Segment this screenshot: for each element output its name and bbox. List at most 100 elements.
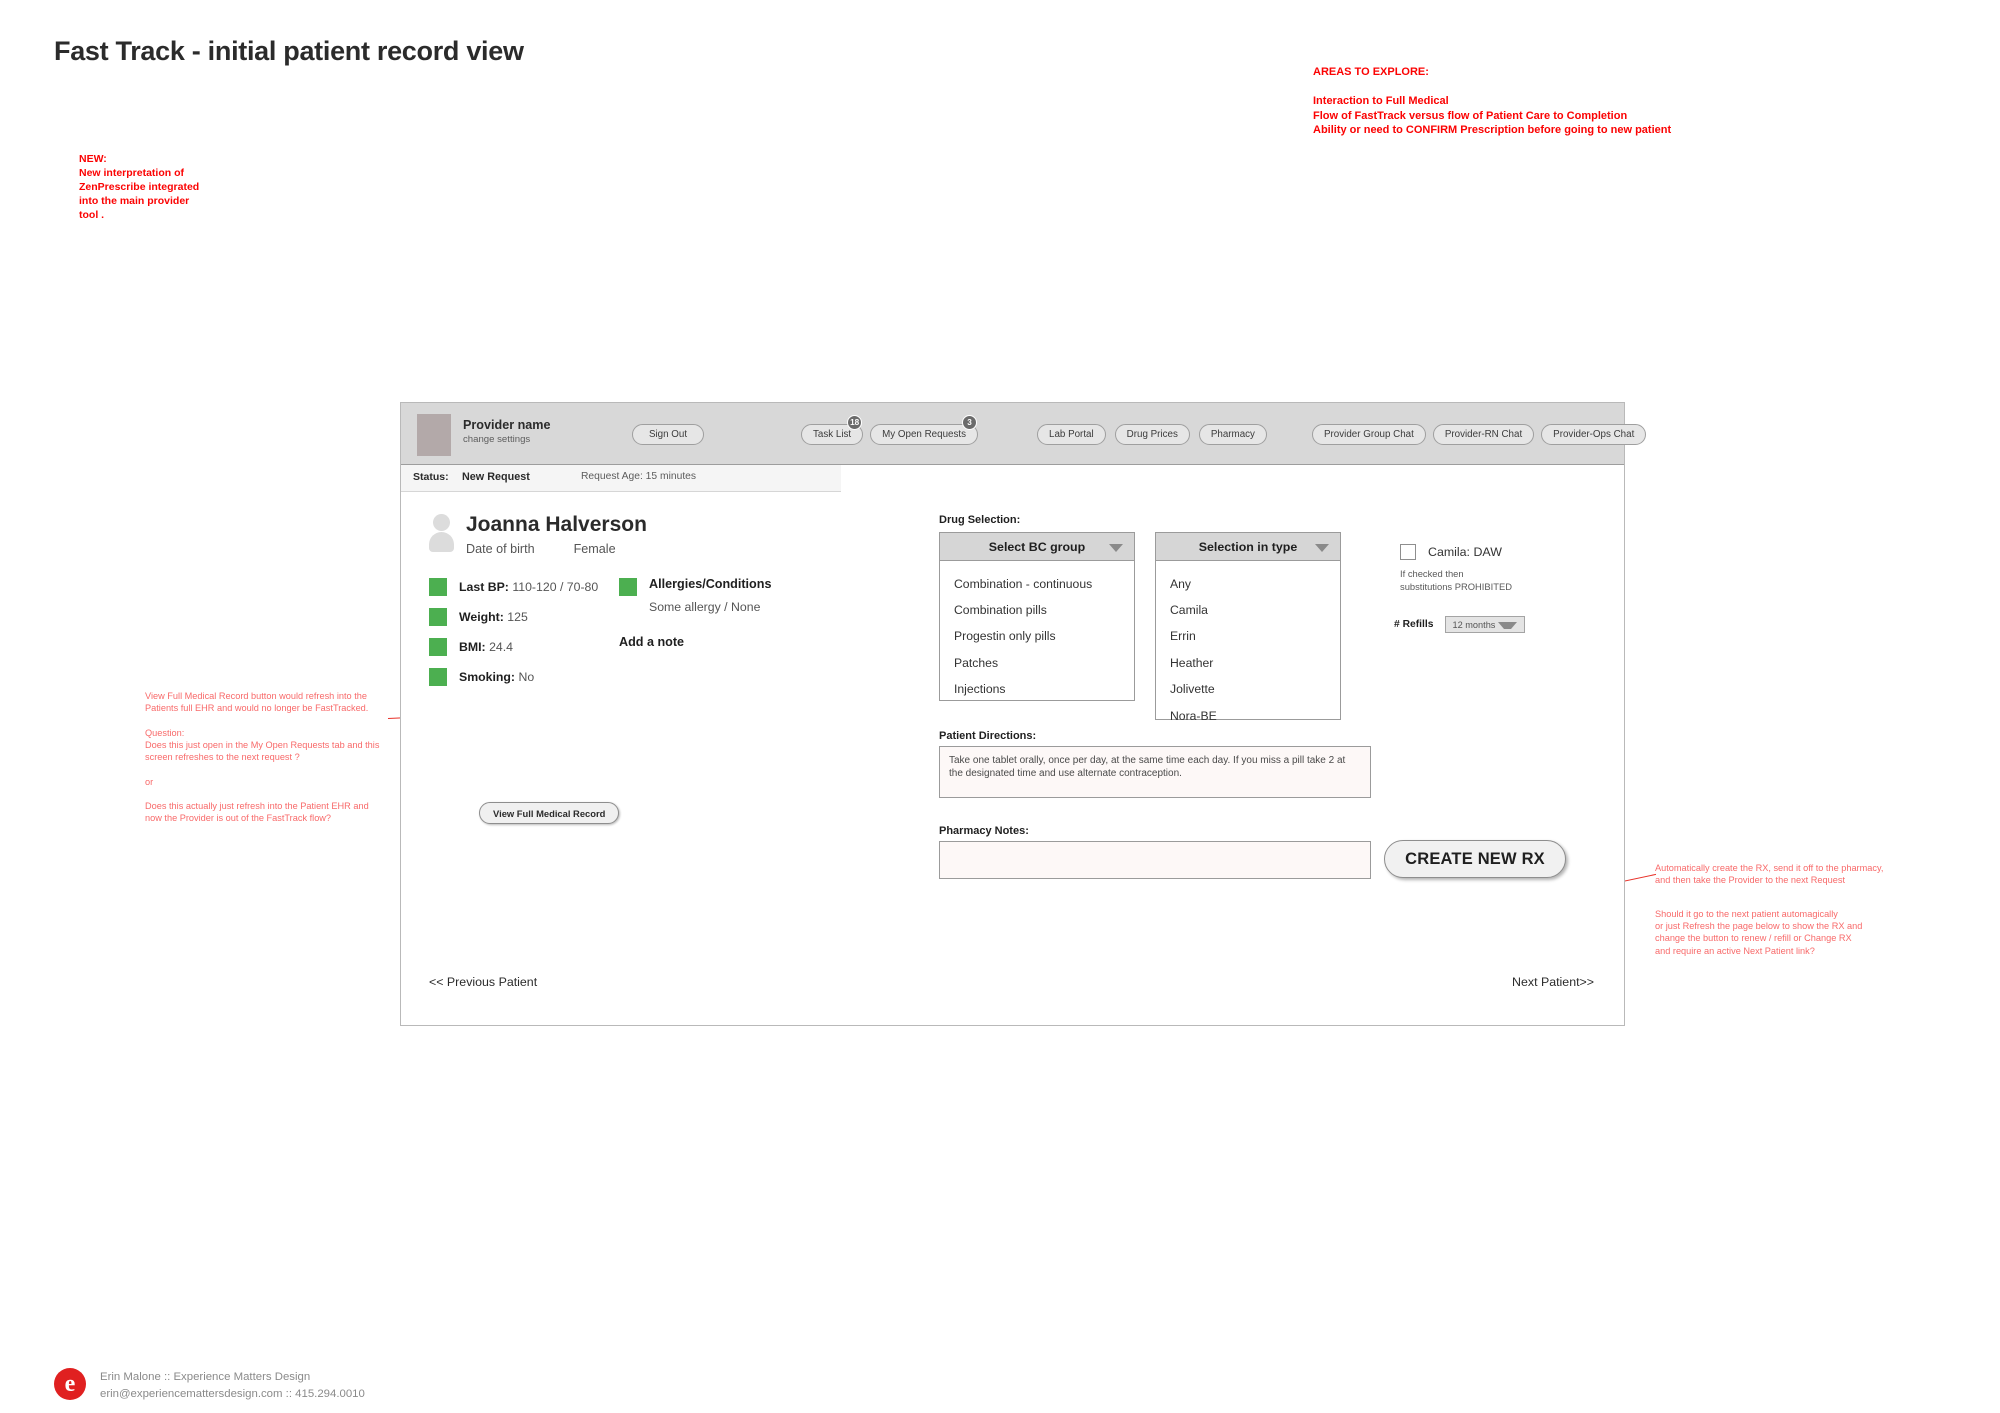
bc-group-option[interactable]: Injections <box>940 677 1134 703</box>
type-option[interactable]: Jolivette <box>1156 677 1340 703</box>
allergies-conditions-block: Allergies/Conditions Some allergy / None <box>619 577 772 614</box>
vital-row: Weight: 125 <box>429 608 598 626</box>
top-navigation-bar: Provider name change settings Sign Out T… <box>401 403 1647 465</box>
status-swatch-icon <box>429 668 447 686</box>
experience-matters-logo-icon: e <box>54 1368 86 1400</box>
task-list-wrapper: Task List 18 <box>801 415 864 445</box>
annotation-view-record-note: View Full Medical Record button would re… <box>145 691 380 824</box>
annotation-new-note: NEW: New interpretation of ZenPrescribe … <box>79 153 200 222</box>
provider-block[interactable]: Provider name change settings <box>417 414 551 456</box>
status-swatch-icon <box>619 578 637 596</box>
status-bar: Status: New Request Request Age: 15 minu… <box>401 465 841 492</box>
footer: e Erin Malone :: Experience Matters Desi… <box>54 1368 365 1403</box>
sign-out-button[interactable]: Sign Out <box>632 424 704 445</box>
annotation-create-rx-note-1: Automatically create the RX, send it off… <box>1655 863 1884 886</box>
previous-patient-link[interactable]: << Previous Patient <box>429 975 537 989</box>
annotation-create-rx-note-2: Should it go to the next patient automag… <box>1655 909 1863 956</box>
provider-rn-chat-button[interactable]: Provider-RN Chat <box>1432 424 1535 445</box>
vital-value: 125 <box>507 610 528 624</box>
refills-value: 12 months <box>1452 619 1496 630</box>
allergies-conditions-value: Some allergy / None <box>649 599 761 614</box>
create-new-rx-button[interactable]: CREATE NEW RX <box>1384 840 1566 878</box>
patient-header: Joanna Halverson Date of birth Female <box>429 514 647 556</box>
drug-selection-label: Drug Selection: <box>939 514 1021 526</box>
lab-portal-button[interactable]: Lab Portal <box>1037 424 1106 445</box>
vital-row: Smoking: No <box>429 668 598 686</box>
type-option-list: Any Camila Errin Heather Jolivette Nora-… <box>1156 561 1340 736</box>
vital-value: 24.4 <box>489 640 513 654</box>
status-swatch-icon <box>429 638 447 656</box>
add-a-note-link[interactable]: Add a note <box>619 635 684 649</box>
provider-group-chat-button[interactable]: Provider Group Chat <box>1312 424 1426 445</box>
patient-dob-label: Date of birth <box>466 542 535 556</box>
next-patient-link[interactable]: Next Patient>> <box>1512 975 1594 989</box>
vital-value: 110-120 / 70-80 <box>512 580 599 594</box>
request-age: Request Age: 15 minutes <box>581 471 697 482</box>
refills-row: # Refills 12 months <box>1394 616 1525 633</box>
type-select-label: Selection in type <box>1198 539 1298 554</box>
patient-sex: Female <box>573 542 616 556</box>
provider-avatar <box>417 414 451 456</box>
my-open-requests-button[interactable]: My Open Requests <box>870 424 978 445</box>
chevron-down-icon <box>1315 544 1329 552</box>
vital-label: BMI: <box>459 640 486 654</box>
bc-group-select-header[interactable]: Select BC group <box>940 533 1134 561</box>
patient-directions-label: Patient Directions: <box>939 730 1037 742</box>
person-icon <box>429 514 455 552</box>
vital-value: No <box>518 670 535 684</box>
vital-label: Smoking: <box>459 670 516 684</box>
type-select-header[interactable]: Selection in type <box>1156 533 1340 561</box>
bc-group-select[interactable]: Select BC group Combination - continuous… <box>939 532 1135 701</box>
footer-line-2: erin@experiencemattersdesign.com :: 415.… <box>100 1388 365 1401</box>
my-open-requests-badge: 3 <box>961 415 977 430</box>
vital-row: BMI: 24.4 <box>429 638 598 656</box>
chevron-down-icon <box>1109 544 1123 552</box>
daw-helper-text: If checked then substitutions PROHIBITED <box>1400 568 1513 592</box>
content-area: Joanna Halverson Date of birth Female La… <box>401 492 1624 1026</box>
type-option[interactable]: Nora-BE <box>1156 703 1340 729</box>
type-option[interactable]: Errin <box>1156 624 1340 650</box>
status-value: New Request <box>462 471 530 483</box>
daw-checkbox[interactable] <box>1400 544 1416 560</box>
patient-name: Joanna Halverson <box>466 513 647 536</box>
vital-label: Weight: <box>459 610 504 624</box>
vital-label: Last BP: <box>459 580 509 594</box>
type-option[interactable]: Camila <box>1156 597 1340 623</box>
footer-line-1: Erin Malone :: Experience Matters Design <box>100 1371 311 1383</box>
nav-group-requests: Task List 18 My Open Requests 3 <box>801 415 978 445</box>
view-full-medical-record-button[interactable]: View Full Medical Record <box>479 802 620 824</box>
change-settings-link[interactable]: change settings <box>463 434 551 445</box>
type-select[interactable]: Selection in type Any Camila Errin Heath… <box>1155 532 1341 722</box>
bc-group-option[interactable]: Progestin only pills <box>940 624 1134 650</box>
refills-label: # Refills <box>1394 619 1434 630</box>
chevron-down-icon <box>1497 622 1517 629</box>
bc-group-option-list: Combination - continuous Combination pil… <box>940 561 1134 709</box>
nav-group-tools: Lab Portal Drug Prices Pharmacy <box>1037 424 1267 445</box>
refills-select[interactable]: 12 months <box>1444 616 1525 633</box>
drug-prices-button[interactable]: Drug Prices <box>1114 424 1190 445</box>
provider-ops-chat-button[interactable]: Provider-Ops Chat <box>1541 424 1647 445</box>
allergies-conditions-title: Allergies/Conditions <box>649 577 772 591</box>
my-open-requests-wrapper: My Open Requests 3 <box>870 415 978 445</box>
status-swatch-icon <box>429 578 447 596</box>
bc-group-option[interactable]: Patches <box>940 650 1134 676</box>
pharmacy-button[interactable]: Pharmacy <box>1198 424 1267 445</box>
status-swatch-icon <box>429 608 447 626</box>
bc-group-option[interactable]: Combination - continuous <box>940 571 1134 597</box>
page-title: Fast Track - initial patient record view <box>54 36 524 66</box>
type-option[interactable]: Any <box>1156 571 1340 597</box>
annotation-areas-title: AREAS TO EXPLORE: <box>1313 66 1429 78</box>
daw-row[interactable]: Camila: DAW <box>1400 544 1502 560</box>
daw-label: Camila: DAW <box>1428 545 1502 559</box>
nav-group-chats: Provider Group Chat Provider-RN Chat Pro… <box>1312 424 1647 445</box>
bc-group-option[interactable]: Combination pills <box>940 597 1134 623</box>
vital-row: Last BP: 110-120 / 70-80 <box>429 578 598 596</box>
patient-directions-textarea[interactable]: Take one tablet orally, once per day, at… <box>939 746 1371 798</box>
app-window: Provider name change settings Sign Out T… <box>400 402 1647 1026</box>
status-label: Status: <box>413 471 449 483</box>
pharmacy-notes-textarea[interactable] <box>939 841 1371 879</box>
provider-name: Provider name <box>463 418 551 432</box>
type-option[interactable]: Heather <box>1156 650 1340 676</box>
bc-group-select-label: Select BC group <box>988 539 1086 554</box>
pharmacy-notes-label: Pharmacy Notes: <box>939 825 1029 837</box>
